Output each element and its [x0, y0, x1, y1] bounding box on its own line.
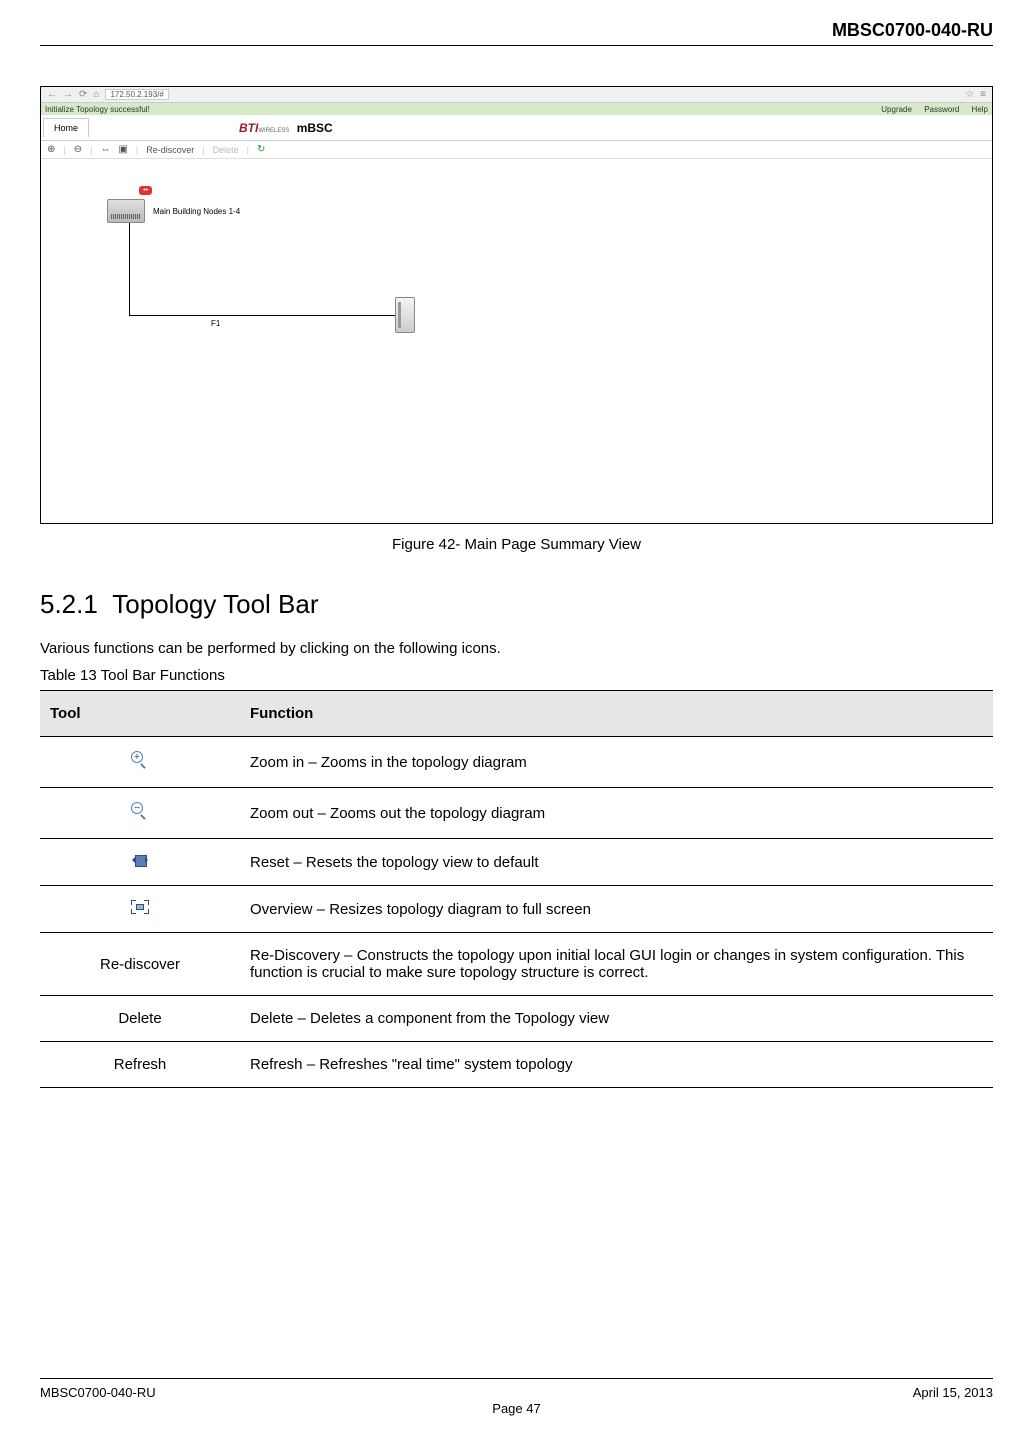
status-bar: Initialize Topology successful! Upgrade … [41, 103, 992, 115]
function-cell: Zoom in – Zooms in the topology diagram [240, 737, 993, 788]
main-node-label: Main Building Nodes 1-4 [149, 207, 240, 216]
remote-node[interactable] [395, 297, 415, 333]
refresh-icon[interactable]: ↻ [257, 144, 265, 155]
section-number: 5.2.1 [40, 589, 98, 619]
zoom-out-icon: − [131, 802, 149, 820]
status-message: Initialize Topology successful! [45, 105, 150, 114]
zoom-in-icon[interactable]: ⊕ [47, 144, 55, 155]
screenshot-frame: ← → ⟳ ⌂ 172.50.2.193/# ☆ ≡ Initialize To… [40, 86, 993, 524]
tool-cell: Delete [40, 996, 240, 1042]
footer-left: MBSC0700-040-RU [40, 1385, 156, 1400]
col-header-tool: Tool [40, 691, 240, 737]
url-field[interactable]: 172.50.2.193/# [105, 89, 168, 100]
figure-caption: Figure 42- Main Page Summary View [40, 536, 993, 553]
toolbar-functions-table: Tool Function + Zoom in – Zooms in the t… [40, 690, 993, 1088]
table-row: Reset – Resets the topology view to defa… [40, 839, 993, 886]
password-link[interactable]: Password [924, 105, 959, 114]
logo-text: BTI [239, 121, 258, 135]
tool-cell [40, 839, 240, 886]
rediscover-button[interactable]: Re-discover [146, 145, 194, 155]
topology-toolbar: ⊕ | ⊖ | ⇔ ▣ | Re-discover | Delete | ↻ [41, 141, 992, 159]
tool-cell: Refresh [40, 1042, 240, 1088]
function-cell: Overview – Resizes topology diagram to f… [240, 886, 993, 933]
function-cell: Re-Discovery – Constructs the topology u… [240, 933, 993, 996]
main-node[interactable]: •• [107, 199, 145, 223]
tool-cell: − [40, 788, 240, 839]
function-cell: Reset – Resets the topology view to defa… [240, 839, 993, 886]
help-link[interactable]: Help [972, 105, 988, 114]
col-header-function: Function [240, 691, 993, 737]
menu-icon[interactable]: ≡ [980, 89, 986, 100]
table-row: + Zoom in – Zooms in the topology diagra… [40, 737, 993, 788]
table-row: Refresh Refresh – Refreshes "real time" … [40, 1042, 993, 1088]
tool-cell: Re-discover [40, 933, 240, 996]
connection-line [129, 223, 130, 315]
section-heading: 5.2.1 Topology Tool Bar [40, 589, 993, 620]
table-row: Re-discover Re-Discovery – Constructs th… [40, 933, 993, 996]
table-row: Overview – Resizes topology diagram to f… [40, 886, 993, 933]
table-row: − Zoom out – Zooms out the topology diag… [40, 788, 993, 839]
overview-icon [131, 900, 149, 914]
table-row: Delete Delete – Deletes a component from… [40, 996, 993, 1042]
section-intro: Various functions can be performed by cl… [40, 640, 993, 657]
alert-badge: •• [139, 186, 152, 195]
brand-logo: BTIWIRELESS mBSC [89, 121, 992, 135]
footer-right: April 15, 2013 [913, 1385, 993, 1400]
link-label: F1 [211, 319, 220, 328]
tool-cell: + [40, 737, 240, 788]
reset-icon [129, 853, 151, 867]
zoom-out-icon[interactable]: ⊖ [74, 144, 82, 155]
tool-cell [40, 886, 240, 933]
back-icon[interactable]: ← [47, 89, 57, 100]
delete-button[interactable]: Delete [213, 145, 239, 155]
doc-header: MBSC0700-040-RU [40, 20, 993, 46]
app-header: Home BTIWIRELESS mBSC [41, 115, 992, 141]
section-title: Topology Tool Bar [112, 589, 318, 619]
topology-canvas[interactable]: •• Main Building Nodes 1-4 F1 [41, 159, 992, 499]
logo-subtext: WIRELESS [258, 128, 289, 134]
zoom-in-icon: + [131, 751, 149, 769]
browser-nav-bar: ← → ⟳ ⌂ 172.50.2.193/# ☆ ≡ [41, 87, 992, 103]
reload-icon[interactable]: ⟳ [79, 89, 87, 100]
star-icon[interactable]: ☆ [965, 89, 974, 100]
function-cell: Refresh – Refreshes "real time" system t… [240, 1042, 993, 1088]
function-cell: Delete – Deletes a component from the To… [240, 996, 993, 1042]
overview-icon[interactable]: ▣ [118, 144, 127, 155]
forward-icon[interactable]: → [63, 89, 73, 100]
page-footer: MBSC0700-040-RU April 15, 2013 Page 47 [40, 1378, 993, 1400]
home-icon[interactable]: ⌂ [93, 89, 99, 100]
footer-page-number: Page 47 [40, 1401, 993, 1416]
connection-line [129, 315, 395, 316]
logo-product: mBSC [297, 121, 333, 135]
remote-device-icon [395, 297, 415, 333]
function-cell: Zoom out – Zooms out the topology diagra… [240, 788, 993, 839]
upgrade-link[interactable]: Upgrade [881, 105, 912, 114]
table-caption: Table 13 Tool Bar Functions [40, 667, 993, 684]
tab-home[interactable]: Home [43, 118, 89, 137]
device-icon: •• [107, 199, 145, 223]
reset-icon[interactable]: ⇔ [100, 144, 110, 155]
